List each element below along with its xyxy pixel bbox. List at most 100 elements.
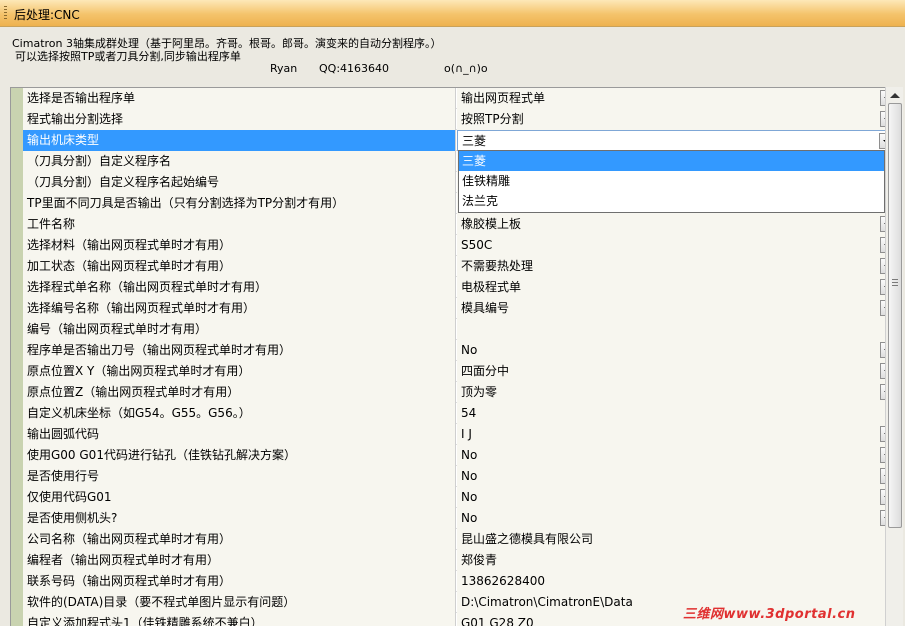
property-value-text: 顶为零 — [461, 385, 498, 399]
property-name[interactable]: 工件名称 — [23, 214, 456, 235]
property-row[interactable]: 是否使用行号 No — [23, 466, 896, 487]
property-row[interactable]: 选择是否输出程序单 输出网页程式单 — [23, 88, 896, 109]
property-name[interactable]: 选择程式单名称（输出网页程式单时才有用） — [23, 277, 456, 298]
property-name[interactable]: 程式输出分割选择 — [23, 109, 456, 130]
property-row[interactable]: 编程者（输出网页程式单时才有用） 郑俊青 — [23, 550, 896, 571]
property-value-text: No — [461, 490, 478, 504]
property-row[interactable]: 仅使用代码G01 No — [23, 487, 896, 508]
scroll-up-icon[interactable] — [890, 93, 900, 98]
property-row[interactable]: 自定义机床坐标（如G54。G55。G56。） 54 — [23, 403, 896, 424]
property-name[interactable]: 是否使用侧机头? — [23, 508, 456, 529]
property-name[interactable]: 联系号码（输出网页程式单时才有用） — [23, 571, 456, 592]
property-value[interactable]: 13862628400 — [457, 571, 896, 592]
property-value-text: G01 G28 Z0 — [461, 616, 534, 626]
property-value[interactable] — [457, 319, 896, 340]
property-name[interactable]: 选择材料（输出网页程式单时才有用） — [23, 235, 456, 256]
thumb-grip-icon — [892, 279, 898, 287]
property-row[interactable]: 原点位置Z（输出网页程式单时才有用） 顶为零 — [23, 382, 896, 403]
property-value[interactable]: 昆山盛之德模具有限公司 — [457, 529, 896, 550]
property-name[interactable]: 程序单是否输出刀号（输出网页程式单时才有用） — [23, 340, 456, 361]
property-name[interactable]: 编程者（输出网页程式单时才有用） — [23, 550, 456, 571]
property-value[interactable]: S50C — [457, 235, 896, 256]
property-value[interactable]: 电极程式单 — [457, 277, 896, 298]
property-value-text: 四面分中 — [461, 364, 510, 378]
property-value-text: 输出网页程式单 — [461, 91, 546, 105]
property-row[interactable]: 使用G00 G01代码进行钻孔（佳铁钻孔解决方案） No — [23, 445, 896, 466]
property-value[interactable]: No — [457, 466, 896, 487]
property-name[interactable]: 输出圆弧代码 — [23, 424, 456, 445]
property-name[interactable]: 原点位置Z（输出网页程式单时才有用） — [23, 382, 456, 403]
property-value[interactable]: 按照TP分割 — [457, 109, 896, 130]
property-value[interactable]: No — [457, 340, 896, 361]
property-value[interactable]: 模具编号 — [457, 298, 896, 319]
property-name[interactable]: 公司名称（输出网页程式单时才有用） — [23, 529, 456, 550]
author-name: Ryan — [270, 62, 298, 75]
property-value[interactable]: I J — [457, 424, 896, 445]
property-row[interactable]: 公司名称（输出网页程式单时才有用） 昆山盛之德模具有限公司 — [23, 529, 896, 550]
property-row[interactable]: 编号（输出网页程式单时才有用） — [23, 319, 896, 340]
property-value[interactable]: No — [457, 445, 896, 466]
property-name[interactable]: 选择编号名称（输出网页程式单时才有用） — [23, 298, 456, 319]
property-row[interactable]: 选择程式单名称（输出网页程式单时才有用） 电极程式单 — [23, 277, 896, 298]
property-value[interactable]: No — [457, 487, 896, 508]
property-value-text: 模具编号 — [461, 301, 510, 315]
property-value[interactable]: 顶为零 — [457, 382, 896, 403]
property-value-text: 13862628400 — [461, 574, 545, 588]
property-row[interactable]: 选择材料（输出网页程式单时才有用） S50C — [23, 235, 896, 256]
property-row[interactable]: 是否使用侧机头? No — [23, 508, 896, 529]
property-row[interactable]: 选择编号名称（输出网页程式单时才有用） 模具编号 — [23, 298, 896, 319]
property-value[interactable]: No — [457, 508, 896, 529]
property-name[interactable]: TP里面不同刀具是否输出（只有分割选择为TP分割才有用） — [23, 193, 456, 214]
dropdown-option[interactable]: 佳铁精雕 — [459, 171, 884, 191]
title-bar: 后处理:CNC — [0, 0, 905, 27]
property-name[interactable]: 原点位置X Y（输出网页程式单时才有用） — [23, 361, 456, 382]
property-value[interactable]: 四面分中 — [457, 361, 896, 382]
property-value-text: 橡胶模上板 — [461, 217, 522, 231]
property-value-text: D:\Cimatron\CimatronE\Data — [461, 595, 633, 609]
property-value-text: 电极程式单 — [461, 280, 522, 294]
property-value[interactable]: 不需要热处理 — [457, 256, 896, 277]
dropdown-option[interactable]: 三菱 — [459, 151, 884, 171]
property-name[interactable]: 编号（输出网页程式单时才有用） — [23, 319, 456, 340]
property-row[interactable]: 输出机床类型 三菱 — [23, 130, 896, 151]
property-row[interactable]: 程式输出分割选择 按照TP分割 — [23, 109, 896, 130]
property-row[interactable]: 原点位置X Y（输出网页程式单时才有用） 四面分中 — [23, 361, 896, 382]
property-value-text: 昆山盛之德模具有限公司 — [461, 532, 594, 546]
scrollbar-thumb[interactable] — [888, 103, 902, 528]
property-value-text: 不需要热处理 — [461, 259, 534, 273]
property-value[interactable]: 郑俊青 — [457, 550, 896, 571]
watermark: 三维网www.3dportal.cn — [683, 607, 856, 622]
property-value[interactable]: 54 — [457, 403, 896, 424]
property-row[interactable]: 程序单是否输出刀号（输出网页程式单时才有用） No — [23, 340, 896, 361]
description-line-2: 可以选择按照TP或者刀具分割,同步输出程序单 — [15, 50, 241, 63]
property-name[interactable]: 自定义添加程式头1（佳铁精雕系统不兼白） — [23, 613, 456, 626]
property-value[interactable]: 输出网页程式单 — [457, 88, 896, 109]
property-name[interactable]: 软件的(DATA)目录（要不程式单图片显示有问题） — [23, 592, 456, 613]
property-row[interactable]: 工件名称 橡胶模上板 — [23, 214, 896, 235]
property-row[interactable]: 输出圆弧代码 I J — [23, 424, 896, 445]
property-row[interactable]: 加工状态（输出网页程式单时才有用） 不需要热处理 — [23, 256, 896, 277]
property-name[interactable]: 加工状态（输出网页程式单时才有用） — [23, 256, 456, 277]
property-name[interactable]: 自定义机床坐标（如G54。G55。G56。） — [23, 403, 456, 424]
property-name[interactable]: 仅使用代码G01 — [23, 487, 456, 508]
property-value-text: No — [461, 448, 478, 462]
property-value[interactable]: 三菱 — [457, 130, 896, 151]
property-name[interactable]: 输出机床类型 — [23, 130, 456, 151]
property-value-text: 郑俊青 — [461, 553, 498, 567]
vertical-scrollbar[interactable] — [885, 87, 903, 626]
property-value-text: No — [461, 511, 478, 525]
property-name[interactable]: 是否使用行号 — [23, 466, 456, 487]
window-title: 后处理:CNC — [14, 8, 80, 22]
property-row[interactable]: 联系号码（输出网页程式单时才有用） 13862628400 — [23, 571, 896, 592]
property-name[interactable]: （刀具分割）自定义程序名 — [23, 151, 456, 172]
property-value-text: I J — [461, 427, 472, 441]
property-value-text: 按照TP分割 — [461, 112, 524, 126]
property-value[interactable]: 橡胶模上板 — [457, 214, 896, 235]
dropdown-option[interactable]: 法兰克 — [459, 191, 884, 211]
property-value-text: 54 — [461, 406, 477, 420]
property-value-text: No — [461, 343, 478, 357]
property-name[interactable]: 使用G00 G01代码进行钻孔（佳铁钻孔解决方案） — [23, 445, 456, 466]
property-name[interactable]: 选择是否输出程序单 — [23, 88, 456, 109]
emoticon-text: o(∩_∩)o — [444, 62, 488, 75]
property-name[interactable]: （刀具分割）自定义程序名起始编号 — [23, 172, 456, 193]
